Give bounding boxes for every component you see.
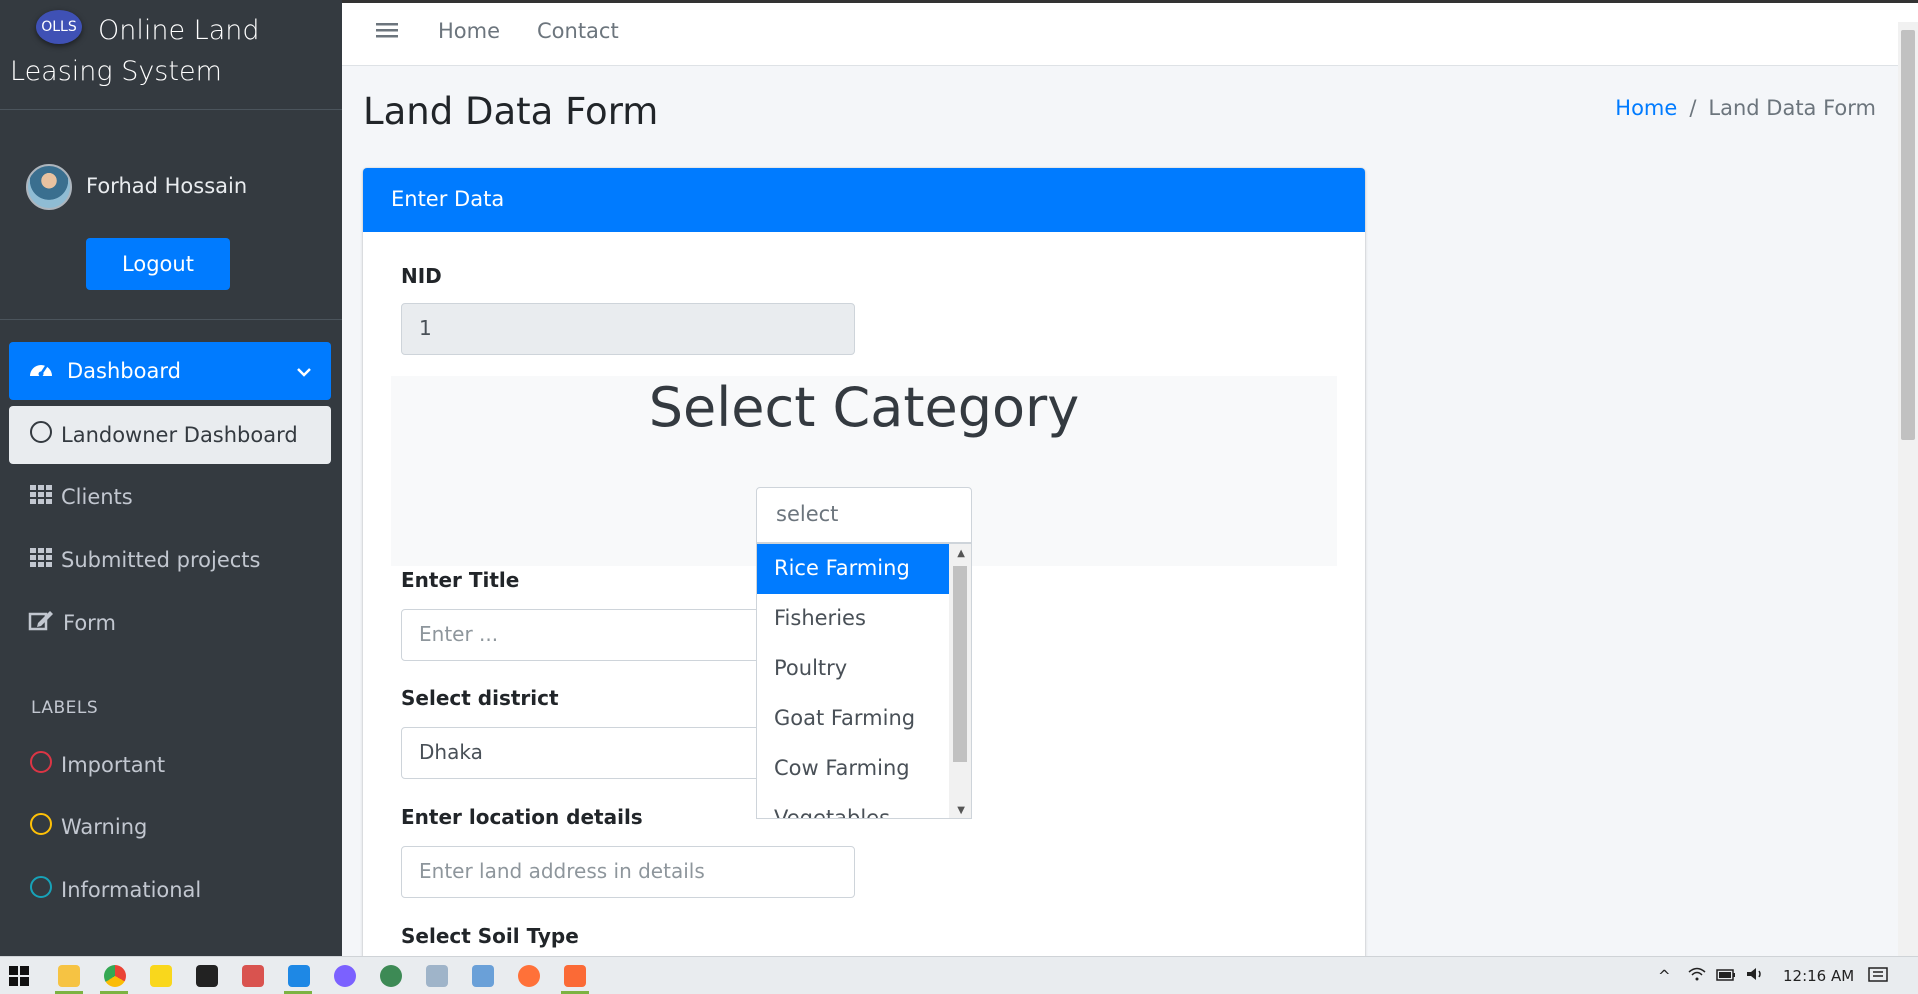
nav-link-contact[interactable]: Contact bbox=[537, 19, 619, 43]
th-icon bbox=[23, 546, 59, 574]
card-header: Enter Data bbox=[363, 168, 1365, 232]
th-icon bbox=[23, 483, 59, 511]
category-option[interactable]: Cow Farming bbox=[757, 744, 949, 794]
firefox-icon[interactable] bbox=[518, 965, 540, 987]
breadcrumb-separator: / bbox=[1689, 96, 1697, 120]
title-label: Enter Title bbox=[401, 568, 520, 592]
menu-icon[interactable] bbox=[375, 17, 399, 47]
user-name[interactable]: Forhad Hossain bbox=[86, 174, 247, 198]
volume-icon[interactable] bbox=[1746, 967, 1764, 985]
logout-button[interactable]: Logout bbox=[86, 238, 230, 290]
sidebar-item-form[interactable]: Form bbox=[9, 594, 331, 652]
dropdown-scroll-thumb[interactable] bbox=[953, 566, 967, 762]
circle-icon bbox=[23, 876, 59, 904]
sidebar-item-dashboard[interactable]: Dashboard bbox=[9, 342, 331, 400]
clock[interactable]: 12:16 AM bbox=[1783, 967, 1854, 985]
scroll-up-icon[interactable]: ▲ bbox=[957, 548, 965, 559]
xampp-icon[interactable] bbox=[564, 965, 586, 987]
breadcrumb-current: Land Data Form bbox=[1708, 96, 1876, 120]
top-navbar: Home Contact bbox=[342, 0, 1918, 66]
labels-header: LABELS bbox=[31, 698, 99, 718]
circle-icon bbox=[23, 751, 59, 779]
category-dropdown: Rice Farming Fisheries Poultry Goat Farm… bbox=[756, 543, 972, 819]
sticky-notes-icon[interactable] bbox=[150, 965, 172, 987]
sidebar-item-informational[interactable]: Informational bbox=[9, 861, 331, 919]
scroll-down-icon[interactable]: ▼ bbox=[957, 805, 965, 816]
sidebar-item-warning[interactable]: Warning bbox=[9, 798, 331, 856]
sidebar-item-label: Form bbox=[63, 611, 116, 635]
breadcrumb-home[interactable]: Home bbox=[1615, 96, 1677, 120]
wifi-icon[interactable] bbox=[1688, 967, 1706, 985]
chevron-down-icon bbox=[297, 361, 311, 382]
tachometer-icon bbox=[23, 358, 59, 384]
vscode-icon[interactable] bbox=[288, 965, 310, 987]
sidebar-item-label: Submitted projects bbox=[61, 548, 261, 572]
page-title: Land Data Form bbox=[363, 90, 659, 133]
avatar bbox=[26, 164, 72, 210]
category-option[interactable]: Goat Farming bbox=[757, 694, 949, 744]
sidebar-item-submitted-projects[interactable]: Submitted projects bbox=[9, 531, 331, 589]
chrome-icon[interactable] bbox=[104, 965, 126, 987]
app-icon[interactable] bbox=[472, 965, 494, 987]
sidebar-item-clients[interactable]: Clients bbox=[9, 468, 331, 526]
circle-icon bbox=[23, 421, 59, 449]
taskbar: ^ 12:16 AM bbox=[0, 956, 1918, 994]
sidebar-item-label: Landowner Dashboard bbox=[61, 423, 298, 447]
location-label: Enter location details bbox=[401, 805, 643, 829]
category-title: Select Category bbox=[648, 376, 1080, 439]
category-option[interactable]: Fisheries bbox=[757, 594, 949, 644]
nid-label: NID bbox=[401, 264, 442, 288]
page-scroll-thumb[interactable] bbox=[1901, 30, 1915, 440]
battery-icon[interactable] bbox=[1716, 967, 1736, 985]
sidebar-item-important[interactable]: Important bbox=[9, 736, 331, 794]
file-explorer-icon[interactable] bbox=[58, 965, 80, 987]
nid-field[interactable]: 1 bbox=[401, 303, 855, 355]
location-input[interactable]: Enter land address in details bbox=[401, 846, 855, 898]
sidebar-item-landowner-dashboard[interactable]: Landowner Dashboard bbox=[9, 406, 331, 464]
category-search-input[interactable]: select bbox=[756, 487, 972, 543]
notification-icon[interactable] bbox=[1868, 967, 1888, 989]
brand[interactable]: OLLS Online Land Leasing System bbox=[0, 0, 342, 110]
sidebar: OLLS Online Land Leasing System Forhad H… bbox=[0, 0, 342, 956]
soil-type-label: Select Soil Type bbox=[401, 924, 579, 948]
category-option[interactable]: Vegetables bbox=[757, 794, 949, 818]
app-icon[interactable] bbox=[242, 965, 264, 987]
sidebar-item-label: Dashboard bbox=[67, 359, 181, 383]
sidebar-item-label: Clients bbox=[61, 485, 133, 509]
dropdown-scrollbar[interactable]: ▲ ▼ bbox=[949, 544, 971, 818]
sidebar-item-label: Important bbox=[61, 753, 166, 777]
category-option[interactable]: Rice Farming bbox=[757, 544, 949, 594]
edit-icon bbox=[23, 609, 59, 637]
app-icon[interactable] bbox=[426, 965, 448, 987]
brand-name[interactable]: Online Land Leasing System bbox=[10, 10, 310, 92]
nav-link-home[interactable]: Home bbox=[438, 19, 500, 43]
district-label: Select district bbox=[401, 686, 559, 710]
sidebar-item-label: Informational bbox=[61, 878, 202, 902]
category-option[interactable]: Poultry bbox=[757, 644, 949, 694]
user-panel: Forhad Hossain Logout bbox=[0, 110, 342, 320]
windows-start-icon[interactable] bbox=[8, 965, 30, 987]
chevron-up-icon[interactable]: ^ bbox=[1658, 967, 1671, 985]
page-scrollbar[interactable] bbox=[1898, 22, 1918, 956]
circle-icon bbox=[23, 813, 59, 841]
terminal-icon[interactable] bbox=[196, 965, 218, 987]
messenger-icon[interactable] bbox=[334, 965, 356, 987]
breadcrumb: Home / Land Data Form bbox=[1615, 96, 1876, 120]
app-icon[interactable] bbox=[380, 965, 402, 987]
sidebar-item-label: Warning bbox=[61, 815, 148, 839]
